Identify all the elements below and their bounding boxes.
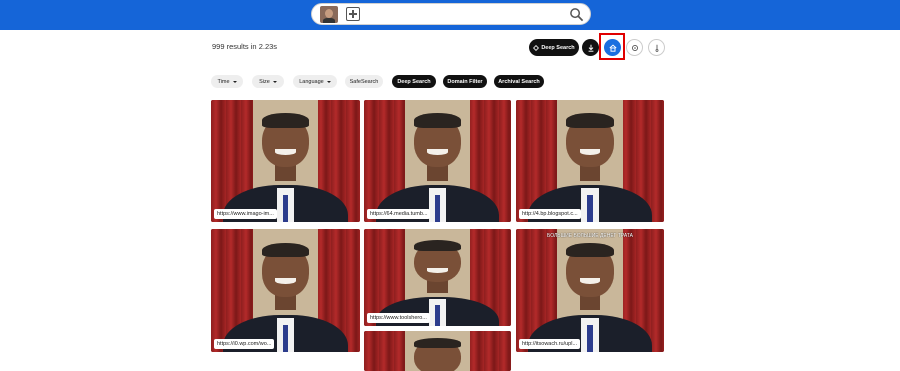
filter-size-label: Size <box>259 78 270 85</box>
image-source-url[interactable]: http://4.bp.blogspot.c... <box>519 209 581 219</box>
chevron-down-icon <box>272 80 277 83</box>
filter-time[interactable]: Time <box>211 75 243 88</box>
filter-domain-label: Domain Filter <box>447 78 483 85</box>
filter-archival-search-label: Archival Search <box>498 78 540 85</box>
deep-search-label: Deep Search <box>541 44 575 51</box>
highlight-box <box>599 33 625 60</box>
filter-size[interactable]: Size <box>252 75 284 88</box>
deep-search-button[interactable]: Deep Search <box>529 39 579 56</box>
image-result[interactable]: https://www.imago-im... <box>211 100 360 222</box>
deep-search-icon <box>533 44 540 51</box>
filter-archival-search[interactable]: Archival Search <box>494 75 544 88</box>
image-source-url[interactable]: https://64.media.tumb... <box>367 209 431 219</box>
chevron-down-icon <box>232 80 237 83</box>
filter-time-label: Time <box>217 78 230 85</box>
image-result[interactable]: https://64.media.tumb... <box>364 100 511 222</box>
filter-deep-search[interactable]: Deep Search <box>392 75 436 88</box>
top-bar <box>0 0 900 30</box>
image-caption: БОЛЬШИЕ БОЛЬШИЕ ДЕНЕГ ТРАТА <box>546 232 633 239</box>
image-result[interactable]: БОЛЬШИЕ БОЛЬШИЕ ДЕНЕГ ТРАТА http://itsow… <box>516 229 664 352</box>
gear-icon <box>631 44 638 51</box>
results-summary: 999 results in 2.23s <box>212 42 278 51</box>
search-bar[interactable] <box>311 3 591 25</box>
download-button[interactable] <box>582 39 599 56</box>
image-source-url[interactable]: http://itsowach.ru/upl... <box>519 339 581 349</box>
pin-button[interactable] <box>648 39 665 56</box>
image-source-url[interactable]: https://i0.wp.com/wo... <box>214 339 275 349</box>
image-source-url[interactable]: https://www.imago-im... <box>214 209 277 219</box>
filter-language-label: Language <box>299 78 324 85</box>
image-result[interactable]: https://www.toolshero... <box>364 229 511 326</box>
filter-domain[interactable]: Domain Filter <box>443 75 487 88</box>
filter-safesearch-label: SafeSearch <box>349 78 379 85</box>
search-icon[interactable] <box>569 7 584 22</box>
settings-button[interactable] <box>626 39 643 56</box>
chevron-down-icon <box>326 80 331 83</box>
image-result[interactable]: https://i0.wp.com/wo... <box>211 229 360 352</box>
pin-icon <box>655 44 658 52</box>
download-icon <box>588 44 593 52</box>
image-source-url[interactable]: https://www.toolshero... <box>367 313 430 323</box>
query-image-thumbnail[interactable] <box>320 6 338 23</box>
add-image-icon[interactable] <box>346 7 360 21</box>
filter-safesearch[interactable]: SafeSearch <box>345 75 383 88</box>
image-result[interactable]: http://4.bp.blogspot.c... <box>516 100 664 222</box>
image-result[interactable] <box>364 331 511 371</box>
filter-deep-search-label: Deep Search <box>397 78 431 85</box>
filter-language[interactable]: Language <box>293 75 337 88</box>
